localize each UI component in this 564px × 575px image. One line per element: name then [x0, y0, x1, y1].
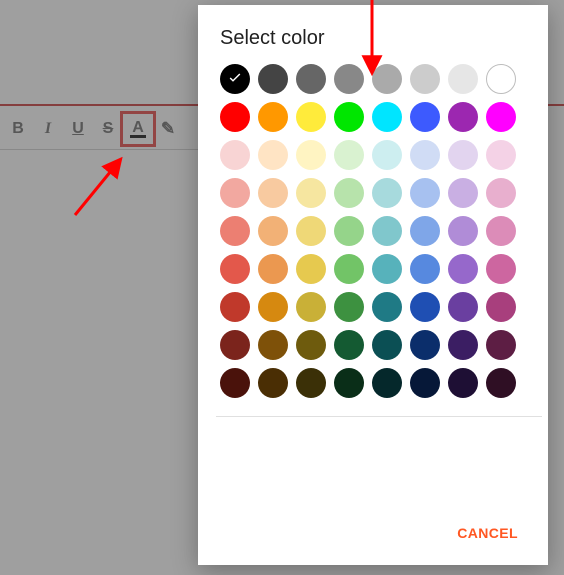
color-picker-dialog: Select color CANCEL: [198, 5, 548, 565]
color-swatch[interactable]: [220, 330, 250, 360]
color-swatch[interactable]: [296, 368, 326, 398]
color-swatch[interactable]: [296, 140, 326, 170]
color-swatch[interactable]: [486, 292, 516, 322]
color-swatch[interactable]: [448, 254, 478, 284]
color-grid: [220, 64, 542, 408]
color-scroll-area[interactable]: [198, 60, 548, 505]
color-swatch[interactable]: [372, 102, 402, 132]
color-swatch[interactable]: [448, 102, 478, 132]
color-swatch[interactable]: [448, 178, 478, 208]
color-swatch[interactable]: [334, 64, 364, 94]
color-swatch[interactable]: [410, 292, 440, 322]
color-swatch[interactable]: [486, 254, 516, 284]
color-swatch[interactable]: [258, 140, 288, 170]
color-swatch[interactable]: [258, 64, 288, 94]
color-swatch[interactable]: [220, 140, 250, 170]
color-swatch[interactable]: [258, 178, 288, 208]
color-swatch[interactable]: [372, 292, 402, 322]
color-swatch[interactable]: [486, 178, 516, 208]
check-icon: [227, 69, 243, 90]
color-swatch[interactable]: [410, 178, 440, 208]
color-swatch[interactable]: [220, 64, 250, 94]
color-swatch[interactable]: [296, 102, 326, 132]
color-swatch[interactable]: [220, 254, 250, 284]
color-swatch[interactable]: [410, 254, 440, 284]
color-swatch[interactable]: [448, 330, 478, 360]
color-swatch[interactable]: [296, 178, 326, 208]
color-swatch[interactable]: [448, 292, 478, 322]
dialog-title: Select color: [198, 5, 548, 60]
color-swatch[interactable]: [296, 64, 326, 94]
color-swatch[interactable]: [410, 64, 440, 94]
color-swatch[interactable]: [258, 368, 288, 398]
color-swatch[interactable]: [486, 330, 516, 360]
color-swatch[interactable]: [372, 216, 402, 246]
color-swatch[interactable]: [296, 292, 326, 322]
color-swatch[interactable]: [372, 368, 402, 398]
color-swatch[interactable]: [220, 368, 250, 398]
color-swatch[interactable]: [486, 140, 516, 170]
color-swatch[interactable]: [334, 178, 364, 208]
color-swatch[interactable]: [296, 254, 326, 284]
color-swatch[interactable]: [334, 254, 364, 284]
color-swatch[interactable]: [334, 102, 364, 132]
color-swatch[interactable]: [372, 64, 402, 94]
color-swatch[interactable]: [372, 254, 402, 284]
color-swatch[interactable]: [220, 178, 250, 208]
color-swatch[interactable]: [410, 216, 440, 246]
color-swatch[interactable]: [486, 64, 516, 94]
color-swatch[interactable]: [410, 330, 440, 360]
color-swatch[interactable]: [258, 330, 288, 360]
color-swatch[interactable]: [410, 368, 440, 398]
color-swatch[interactable]: [220, 216, 250, 246]
color-swatch[interactable]: [296, 330, 326, 360]
color-swatch[interactable]: [334, 368, 364, 398]
color-swatch[interactable]: [448, 368, 478, 398]
color-swatch[interactable]: [334, 216, 364, 246]
color-swatch[interactable]: [410, 140, 440, 170]
color-swatch[interactable]: [334, 330, 364, 360]
color-swatch[interactable]: [448, 140, 478, 170]
color-swatch[interactable]: [372, 140, 402, 170]
color-swatch[interactable]: [258, 292, 288, 322]
color-swatch[interactable]: [334, 140, 364, 170]
dialog-body: [198, 60, 548, 505]
dialog-actions: CANCEL: [198, 505, 548, 565]
color-swatch[interactable]: [220, 292, 250, 322]
color-swatch[interactable]: [372, 330, 402, 360]
color-swatch[interactable]: [486, 368, 516, 398]
color-swatch[interactable]: [258, 102, 288, 132]
color-swatch[interactable]: [220, 102, 250, 132]
divider: [216, 416, 542, 417]
color-swatch[interactable]: [410, 102, 440, 132]
color-swatch[interactable]: [296, 216, 326, 246]
color-swatch[interactable]: [486, 216, 516, 246]
color-swatch[interactable]: [258, 216, 288, 246]
color-swatch[interactable]: [258, 254, 288, 284]
cancel-button[interactable]: CANCEL: [447, 517, 528, 549]
color-swatch[interactable]: [334, 292, 364, 322]
color-swatch[interactable]: [448, 216, 478, 246]
color-swatch[interactable]: [372, 178, 402, 208]
color-swatch[interactable]: [486, 102, 516, 132]
color-swatch[interactable]: [448, 64, 478, 94]
